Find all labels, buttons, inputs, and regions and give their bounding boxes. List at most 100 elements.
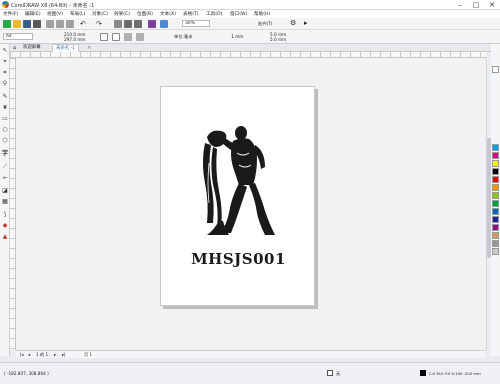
menu-bitmaps[interactable]: 位图(B) xyxy=(137,11,153,17)
swatch-tan[interactable] xyxy=(492,232,499,239)
shape-tool-icon[interactable]: ⌖ xyxy=(1,58,9,66)
zoom-tool-icon[interactable]: ⚲ xyxy=(1,80,9,88)
cursor-coordinates: ( -182.807, 308.864 ) xyxy=(4,371,49,376)
tab-welcome[interactable]: 欢迎屏幕 xyxy=(20,44,44,52)
page-tab-1[interactable]: 页 1 xyxy=(82,352,95,358)
swatch-light-gray[interactable] xyxy=(492,248,499,255)
launch-icon[interactable]: ▸ xyxy=(304,19,308,27)
first-page-icon[interactable]: |◂ xyxy=(20,352,24,357)
property-bar: A4 210.0 mm 297.0 mm 单位: 毫米 .1 mm 5.0 mm… xyxy=(0,30,500,44)
menu-table[interactable]: 表格(T) xyxy=(183,11,199,17)
tab-close-icon[interactable]: × xyxy=(87,45,91,51)
menu-edit[interactable]: 编辑(E) xyxy=(25,11,41,17)
outline-color-info: C:0 M:0 Y:0 K:100 .200 mm xyxy=(429,371,481,376)
swatch-yellow[interactable] xyxy=(492,160,499,167)
swatch-blue[interactable] xyxy=(492,208,499,215)
menu-file[interactable]: 文件(F) xyxy=(3,11,18,17)
swatch-navy[interactable] xyxy=(492,216,499,223)
swatch-magenta[interactable] xyxy=(492,152,499,159)
eyedropper-tool-icon[interactable]: ⟆ xyxy=(1,211,9,219)
paste-icon[interactable] xyxy=(66,20,74,28)
menu-object[interactable]: 对象(C) xyxy=(92,11,108,17)
transparency-tool-icon[interactable]: ▦ xyxy=(1,198,9,206)
save-icon[interactable] xyxy=(23,20,31,28)
standard-toolbar: ↶ ↷ 30% 贴齐(T) ⚙ ▸ xyxy=(0,18,500,30)
home-icon[interactable]: ⌂ xyxy=(13,45,16,51)
open-folder-icon[interactable] xyxy=(13,20,21,28)
menu-window[interactable]: 窗口(W) xyxy=(230,11,247,17)
paper-size-select[interactable]: A4 xyxy=(3,33,33,40)
text-tool-icon[interactable]: 字 xyxy=(1,150,9,158)
copy-icon[interactable] xyxy=(56,20,64,28)
current-page-icon[interactable] xyxy=(136,33,144,41)
artistic-media-tool-icon[interactable]: ❦ xyxy=(1,104,9,112)
window-title: CorelDRAW X8 (64-Bit) - 未命名 -1 xyxy=(11,3,95,9)
swatch-gray[interactable] xyxy=(492,240,499,247)
menu-view[interactable]: 视图(V) xyxy=(47,11,63,17)
next-page-icon[interactable]: ▸ xyxy=(54,352,56,357)
rectangle-tool-icon[interactable]: ▭ xyxy=(1,115,9,123)
export-icon[interactable] xyxy=(134,20,142,28)
page-height-field[interactable]: 297.0 mm xyxy=(64,37,85,42)
ellipse-tool-icon[interactable]: ○ xyxy=(1,126,9,134)
swatch-green[interactable] xyxy=(492,192,499,199)
nudge-distance-field[interactable]: .1 mm xyxy=(230,34,244,39)
fill-swatch-icon[interactable] xyxy=(327,370,333,376)
all-pages-icon[interactable] xyxy=(124,33,132,41)
portrait-icon[interactable] xyxy=(100,33,108,41)
page-count: 1 的 1 xyxy=(36,352,49,357)
units-label: 单位: xyxy=(174,34,184,39)
app-launcher-icon[interactable] xyxy=(160,20,168,28)
menu-text[interactable]: 文本(X) xyxy=(160,11,176,17)
search-content-icon[interactable] xyxy=(114,20,122,28)
swatch-none[interactable] xyxy=(492,66,499,73)
parallel-dimension-tool-icon[interactable]: ⟋ xyxy=(1,163,9,171)
interactive-fill-tool-icon[interactable]: ◆ xyxy=(1,222,9,230)
swatch-dark-green[interactable] xyxy=(492,200,499,207)
minimize-icon[interactable]: – xyxy=(452,0,468,10)
logo-text-mhsjs001[interactable]: MHSJS001 xyxy=(161,250,316,268)
new-document-icon[interactable] xyxy=(3,20,11,28)
undo-icon[interactable]: ↶ xyxy=(80,20,86,28)
previous-page-icon[interactable]: ◂ xyxy=(28,352,30,357)
snap-to-dropdown[interactable]: 贴齐(T) xyxy=(258,21,272,27)
pick-tool-icon[interactable]: ↖ xyxy=(1,47,9,55)
swatch-cyan[interactable] xyxy=(492,144,499,151)
tab-untitled-document[interactable]: 未命名 -1 xyxy=(52,44,79,52)
swatch-red[interactable] xyxy=(492,176,499,183)
print-icon[interactable] xyxy=(33,20,41,28)
coreldraw-app-icon xyxy=(2,1,9,8)
color-palette xyxy=(491,44,500,356)
menu-bar: 文件(F) 编辑(E) 视图(V) 布局(L) 对象(C) 效果(C) 位图(B… xyxy=(0,10,500,18)
import-icon[interactable] xyxy=(124,20,132,28)
swatch-black[interactable] xyxy=(492,168,499,175)
close-icon[interactable]: ✕ xyxy=(484,0,500,10)
polygon-tool-icon[interactable]: ⬡ xyxy=(1,137,9,145)
crop-tool-icon[interactable]: ⌗ xyxy=(1,69,9,77)
aquarius-figure-artwork[interactable] xyxy=(199,123,279,243)
publish-pdf-icon[interactable] xyxy=(148,20,156,28)
smart-fill-tool-icon[interactable]: ▲ xyxy=(1,233,9,241)
maximize-icon[interactable]: □ xyxy=(468,0,484,10)
connector-tool-icon[interactable]: ⟜ xyxy=(1,174,9,182)
last-page-icon[interactable]: ▸| xyxy=(62,352,66,357)
menu-help[interactable]: 帮助(H) xyxy=(254,11,270,17)
swatch-purple[interactable] xyxy=(492,224,499,231)
units-select[interactable]: 毫米 xyxy=(184,34,192,40)
title-bar: CorelDRAW X8 (64-Bit) - 未命名 -1 – □ ✕ xyxy=(0,0,500,10)
freehand-tool-icon[interactable]: ✎ xyxy=(1,93,9,101)
cut-icon[interactable] xyxy=(46,20,54,28)
document-page[interactable]: MHSJS001 xyxy=(160,86,315,306)
menu-tools[interactable]: 工具(O) xyxy=(206,11,222,17)
drop-shadow-tool-icon[interactable]: ◪ xyxy=(1,187,9,195)
status-bar: ( -182.807, 308.864 ) 无 C:0 M:0 Y:0 K:10… xyxy=(0,362,500,384)
swatch-orange[interactable] xyxy=(492,184,499,191)
duplicate-y-field[interactable]: 5.0 mm xyxy=(270,37,286,42)
landscape-icon[interactable] xyxy=(112,33,120,41)
settings-gear-icon[interactable]: ⚙ xyxy=(290,19,296,27)
zoom-level-field[interactable]: 30% xyxy=(182,20,210,27)
redo-icon[interactable]: ↷ xyxy=(96,20,102,28)
menu-effects[interactable]: 效果(C) xyxy=(114,11,130,17)
menu-layout[interactable]: 布局(L) xyxy=(70,11,85,17)
outline-swatch-icon[interactable] xyxy=(420,370,426,376)
